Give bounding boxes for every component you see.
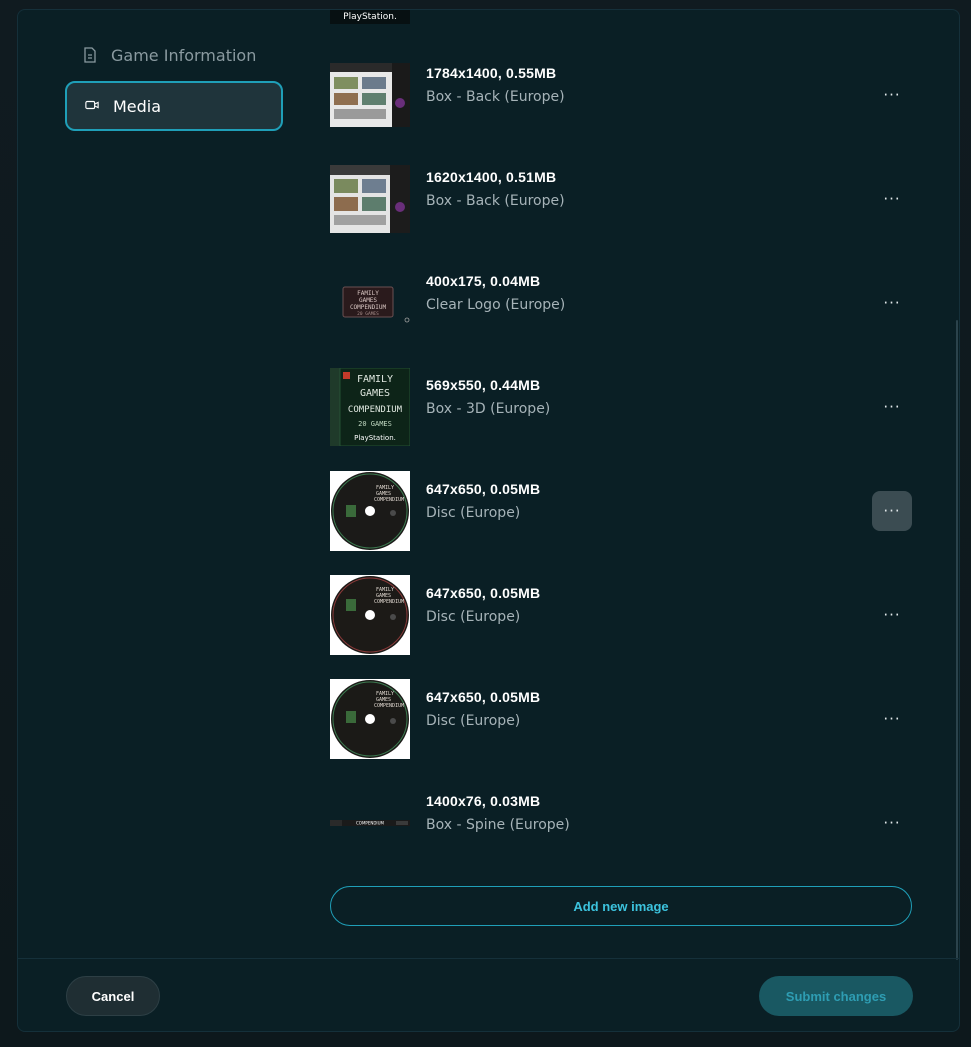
ellipsis-icon: ···: [883, 294, 901, 312]
ellipsis-icon: ···: [883, 190, 901, 208]
media-type: Box - Spine (Europe): [426, 817, 570, 833]
sidebar-item-label: Game Information: [111, 45, 257, 65]
media-row[interactable]: 1620x1400, 0.51MB Box - Back (Europe) ··…: [330, 159, 912, 239]
media-dimensions: 647x650, 0.05MB: [426, 689, 541, 705]
more-options-button[interactable]: ···: [872, 699, 912, 739]
media-row[interactable]: FAMILY GAMES COMPENDIUM 647x650, 0.05MB …: [330, 575, 912, 655]
svg-text:COMPENDIUM: COMPENDIUM: [374, 497, 404, 503]
svg-text:FAMILY: FAMILY: [357, 290, 379, 297]
document-icon: [83, 47, 97, 63]
media-row[interactable]: FAMILY GAMES COMPENDIUM 647x650, 0.05MB …: [330, 679, 912, 759]
media-meta: 569x550, 0.44MB Box - 3D (Europe): [426, 377, 550, 417]
media-type: Box - Back (Europe): [426, 89, 565, 105]
media-thumbnail[interactable]: FAMILY GAMES COMPENDIUM 20 GAMES: [330, 263, 410, 343]
ellipsis-icon: ···: [883, 814, 901, 832]
sidebar-item-label: Media: [113, 96, 162, 116]
svg-text:GAMES: GAMES: [359, 297, 377, 304]
ellipsis-icon: ···: [883, 606, 901, 624]
media-thumbnail[interactable]: FAMILY GAMES COMPENDIUM: [330, 471, 410, 551]
media-dimensions: 647x650, 0.05MB: [426, 585, 541, 601]
media-meta: 400x175, 0.04MB Clear Logo (Europe): [426, 273, 565, 313]
more-options-button[interactable]: ···: [872, 491, 912, 531]
media-row[interactable]: FAMILY GAMES COMPENDIUM 20 GAMES PlaySta…: [330, 367, 912, 447]
media-thumbnail[interactable]: FAMILY GAMES COMPENDIUM: [330, 575, 410, 655]
media-list: 1784x1400, 0.55MB Box - Back (Europe) ··…: [330, 10, 930, 950]
sidebar-item-media[interactable]: Media: [65, 81, 283, 131]
media-meta: 1620x1400, 0.51MB Box - Back (Europe): [426, 169, 565, 209]
media-type: Clear Logo (Europe): [426, 297, 566, 313]
more-options-button[interactable]: ···: [872, 387, 912, 427]
more-options-button[interactable]: ···: [872, 179, 912, 219]
ellipsis-icon: ···: [883, 398, 901, 416]
media-type: Disc (Europe): [426, 609, 521, 625]
ellipsis-icon: ···: [883, 502, 901, 520]
media-meta: 647x650, 0.05MB Disc (Europe): [426, 481, 540, 521]
media-type: Box - 3D (Europe): [426, 401, 551, 417]
media-thumbnail[interactable]: COMPENDIUM: [330, 783, 410, 863]
svg-text:COMPENDIUM: COMPENDIUM: [350, 304, 387, 311]
cancel-button[interactable]: Cancel: [66, 976, 160, 1016]
svg-text:PlayStation.: PlayStation.: [354, 434, 396, 442]
sidebar-item-game-information[interactable]: Game Information: [65, 30, 283, 80]
more-options-button[interactable]: ···: [872, 75, 912, 115]
svg-text:COMPENDIUM: COMPENDIUM: [374, 599, 404, 605]
modal-footer: Cancel Submit changes: [18, 958, 959, 1031]
media-thumbnail[interactable]: [330, 159, 410, 239]
media-row[interactable]: FAMILY GAMES COMPENDIUM 647x650, 0.05MB …: [330, 471, 912, 551]
media-row[interactable]: 1784x1400, 0.55MB Box - Back (Europe) ··…: [330, 55, 912, 135]
submit-changes-button[interactable]: Submit changes: [759, 976, 913, 1016]
media-dimensions: 1620x1400, 0.51MB: [426, 169, 557, 185]
sidebar: Game Information Media: [18, 10, 308, 950]
more-options-button[interactable]: ···: [872, 595, 912, 635]
add-new-image-button[interactable]: Add new image: [330, 886, 912, 926]
media-dimensions: 569x550, 0.44MB: [426, 377, 541, 393]
media-thumbnail[interactable]: FAMILY GAMES COMPENDIUM 20 GAMES PlaySta…: [330, 367, 410, 447]
svg-text:GAMES: GAMES: [360, 388, 390, 399]
ellipsis-icon: ···: [883, 86, 901, 104]
more-options-button[interactable]: ···: [872, 283, 912, 323]
media-dimensions: 647x650, 0.05MB: [426, 481, 541, 497]
ellipsis-icon: ···: [883, 710, 901, 728]
media-thumbnail[interactable]: [330, 55, 410, 135]
media-row[interactable]: FAMILY GAMES COMPENDIUM 20 GAMES 400x175…: [330, 263, 912, 343]
media-thumbnail[interactable]: FAMILY GAMES COMPENDIUM: [330, 679, 410, 759]
media-dimensions: 400x175, 0.04MB: [426, 273, 541, 289]
media-meta: 1784x1400, 0.55MB Box - Back (Europe): [426, 65, 565, 105]
video-icon: [85, 98, 99, 114]
svg-text:COMPENDIUM: COMPENDIUM: [356, 821, 385, 826]
svg-text:COMPENDIUM: COMPENDIUM: [374, 703, 404, 709]
media-type: Disc (Europe): [426, 505, 521, 521]
svg-text:20 GAMES: 20 GAMES: [358, 420, 392, 428]
media-meta: 647x650, 0.05MB Disc (Europe): [426, 585, 540, 625]
media-meta: 647x650, 0.05MB Disc (Europe): [426, 689, 540, 729]
svg-text:COMPENDIUM: COMPENDIUM: [348, 405, 403, 415]
media-dimensions: 1784x1400, 0.55MB: [426, 65, 557, 81]
more-options-button[interactable]: ···: [872, 803, 912, 843]
media-meta: 1400x76, 0.03MB Box - Spine (Europe): [426, 793, 570, 833]
edit-game-modal: Game Information Media PlayStation. 1784…: [17, 9, 960, 1032]
media-dimensions: 1400x76, 0.03MB: [426, 793, 541, 809]
scrollbar[interactable]: [956, 320, 958, 960]
svg-text:FAMILY: FAMILY: [357, 374, 393, 385]
media-type: Disc (Europe): [426, 713, 521, 729]
media-type: Box - Back (Europe): [426, 193, 565, 209]
svg-text:20 GAMES: 20 GAMES: [357, 311, 379, 317]
media-row[interactable]: COMPENDIUM 1400x76, 0.03MB Box - Spine (…: [330, 783, 912, 863]
